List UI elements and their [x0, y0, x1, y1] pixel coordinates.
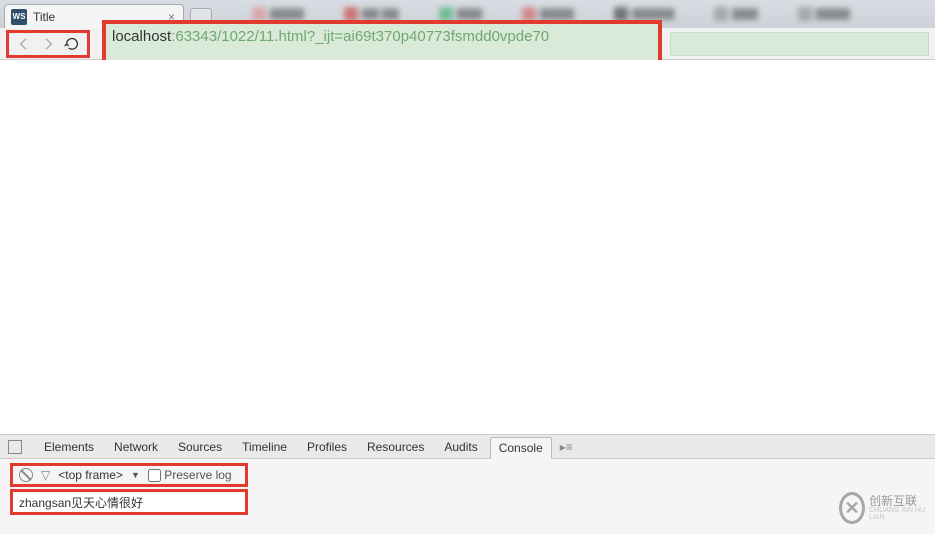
address-bar-remainder[interactable]: [670, 32, 929, 56]
tab-title: Title: [33, 10, 55, 24]
devtools-tab-profiles[interactable]: Profiles: [299, 437, 355, 457]
browser-toolbar: localhost:63343/1022/11.html?_ijt=ai69t3…: [0, 28, 935, 60]
devtools-tab-audits[interactable]: Audits: [436, 437, 485, 457]
watermark-logo-icon: [839, 492, 865, 524]
preserve-log-text: Preserve log: [164, 468, 231, 482]
forward-button[interactable]: [39, 35, 57, 53]
clear-console-icon[interactable]: [19, 468, 33, 482]
devtools-tab-elements[interactable]: Elements: [36, 437, 102, 457]
console-output-line: zhangsan见天心情很好: [10, 489, 248, 515]
devtools-tab-console[interactable]: Console: [490, 437, 552, 459]
dock-side-icon[interactable]: [8, 440, 22, 454]
watermark: 创新互联 CHUANG XIN HU LIAN: [839, 488, 929, 528]
devtools-tab-timeline[interactable]: Timeline: [234, 437, 295, 457]
devtools-tab-sources[interactable]: Sources: [170, 437, 230, 457]
preserve-log-checkbox[interactable]: [148, 469, 161, 482]
devtools-drawer-toggle-icon[interactable]: ▸≡: [560, 440, 573, 454]
devtools-tab-resources[interactable]: Resources: [359, 437, 432, 457]
favicon-ws-icon: WS: [11, 9, 27, 25]
arrow-left-icon: [16, 36, 32, 52]
nav-button-group: [6, 30, 90, 58]
chevron-down-icon[interactable]: ▼: [131, 470, 140, 480]
console-message: zhangsan见天心情很好: [19, 494, 143, 511]
preserve-log-label[interactable]: Preserve log: [148, 468, 232, 482]
url-path: :63343/1022/11.html?_ijt=ai69t370p40773f…: [171, 28, 549, 45]
devtools-panel: Elements Network Sources Timeline Profil…: [0, 434, 935, 534]
devtools-tabbar: Elements Network Sources Timeline Profil…: [0, 435, 935, 459]
reload-button[interactable]: [63, 35, 81, 53]
page-viewport: [0, 60, 935, 434]
devtools-tab-network[interactable]: Network: [106, 437, 166, 457]
url-host: localhost: [112, 28, 171, 45]
back-button[interactable]: [15, 35, 33, 53]
url-text: localhost:63343/1022/11.html?_ijt=ai69t3…: [112, 24, 549, 45]
watermark-text: 创新互联 CHUANG XIN HU LIAN: [869, 495, 929, 521]
console-toolbar: ▽ <top frame> ▼ Preserve log: [10, 463, 248, 487]
frame-selector[interactable]: <top frame>: [58, 468, 123, 482]
filter-icon[interactable]: ▽: [41, 468, 50, 482]
arrow-right-icon: [40, 36, 56, 52]
reload-icon: [64, 36, 80, 52]
